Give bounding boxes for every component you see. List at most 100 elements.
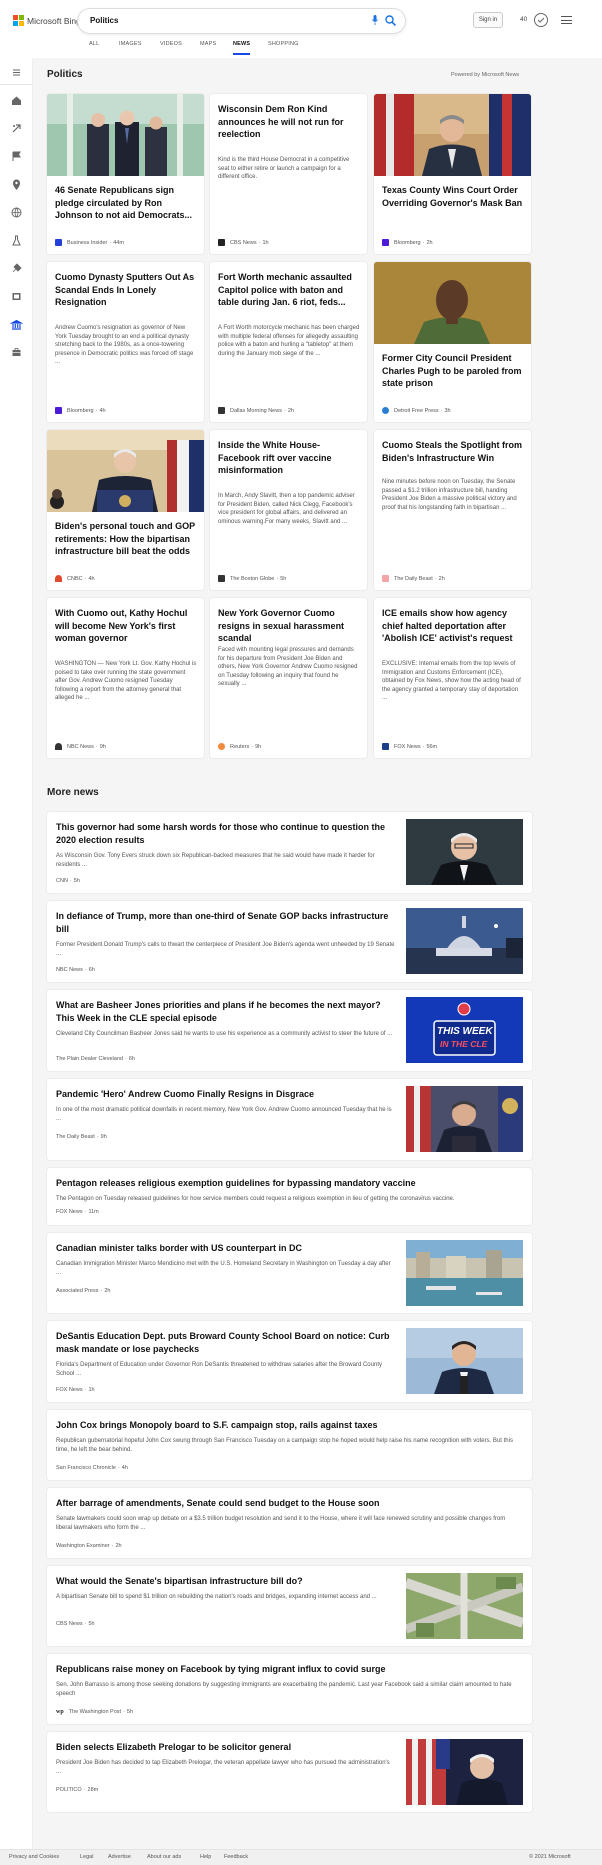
- news-card[interactable]: With Cuomo out, Kathy Hochul will become…: [47, 598, 204, 758]
- item-title[interactable]: Republicans raise money on Facebook by t…: [56, 1663, 516, 1676]
- tab-shopping[interactable]: SHOPPING: [268, 41, 299, 47]
- item-source[interactable]: The Plain Dealer Cleveland · 6h: [56, 1056, 135, 1062]
- card-source[interactable]: Detroit Free Press · 3h: [382, 407, 451, 414]
- card-title[interactable]: 46 Senate Republicans sign pledge circul…: [55, 184, 198, 222]
- card-title[interactable]: Texas County Wins Court Order Overriding…: [382, 184, 525, 209]
- more-news-item[interactable]: This governor had some harsh words for t…: [47, 812, 532, 893]
- card-title[interactable]: With Cuomo out, Kathy Hochul will become…: [55, 607, 198, 645]
- footer-link-privacy[interactable]: Privacy and Cookies: [9, 1854, 59, 1860]
- card-title[interactable]: Biden's personal touch and GOP retiremen…: [55, 520, 198, 558]
- sports-icon[interactable]: [10, 150, 23, 163]
- item-title[interactable]: DeSantis Education Dept. puts Broward Co…: [56, 1330, 396, 1356]
- search-box[interactable]: Politics: [78, 9, 405, 33]
- card-title[interactable]: Former City Council President Charles Pu…: [382, 352, 525, 390]
- news-card[interactable]: Inside the White House-Facebook rift ove…: [210, 430, 367, 590]
- news-card[interactable]: ICE emails show how agency chief halted …: [374, 598, 531, 758]
- footer-link-advertise[interactable]: Advertise: [108, 1854, 131, 1860]
- card-title[interactable]: ICE emails show how agency chief halted …: [382, 607, 525, 645]
- item-source[interactable]: wp The Washington Post · 5h: [56, 1709, 133, 1715]
- more-news-item[interactable]: Canadian minister talks border with US c…: [47, 1233, 532, 1313]
- item-title[interactable]: What would the Senate's bipartisan infra…: [56, 1575, 396, 1588]
- news-card[interactable]: Fort Worth mechanic assaulted Capitol po…: [210, 262, 367, 422]
- item-source[interactable]: Associated Press · 2h: [56, 1288, 110, 1294]
- news-card[interactable]: Cuomo Dynasty Sputters Out As Scandal En…: [47, 262, 204, 422]
- more-news-item[interactable]: DeSantis Education Dept. puts Broward Co…: [47, 1321, 532, 1402]
- microphone-icon[interactable]: [372, 15, 378, 25]
- world-icon[interactable]: [10, 206, 23, 219]
- item-title[interactable]: Biden selects Elizabeth Prelogar to be s…: [56, 1741, 396, 1754]
- card-source[interactable]: FOX News · 56m: [382, 743, 437, 750]
- footer-link-about-ads[interactable]: About our ads: [147, 1854, 181, 1860]
- search-icon[interactable]: [385, 15, 396, 26]
- home-icon[interactable]: [10, 94, 23, 107]
- card-title[interactable]: Cuomo Dynasty Sputters Out As Scandal En…: [55, 271, 198, 309]
- card-source[interactable]: The Daily Beast · 2h: [382, 575, 445, 582]
- item-source[interactable]: San Francisco Chronicle · 4h: [56, 1465, 128, 1471]
- card-title[interactable]: Cuomo Steals the Spotlight from Biden's …: [382, 439, 525, 464]
- menu-icon[interactable]: [10, 66, 23, 79]
- card-source[interactable]: Reuters · 9h: [218, 743, 261, 750]
- tab-videos[interactable]: VIDEOS: [160, 41, 182, 47]
- card-source[interactable]: Bloomberg · 4h: [55, 407, 106, 414]
- business-icon[interactable]: [10, 346, 23, 359]
- card-source[interactable]: NBC News · 9h: [55, 743, 106, 750]
- card-title[interactable]: Wisconsin Dem Ron Kind announces he will…: [218, 103, 361, 141]
- footer-link-help[interactable]: Help: [200, 1854, 211, 1860]
- technology-icon[interactable]: [10, 262, 23, 275]
- science-icon[interactable]: [10, 234, 23, 247]
- entertainment-icon[interactable]: [10, 290, 23, 303]
- card-source[interactable]: Bloomberg · 2h: [382, 239, 433, 246]
- more-news-item[interactable]: Republicans raise money on Facebook by t…: [47, 1654, 532, 1724]
- rewards-icon[interactable]: [533, 12, 549, 28]
- tab-all[interactable]: ALL: [89, 41, 99, 47]
- item-title[interactable]: In defiance of Trump, more than one-thir…: [56, 910, 396, 936]
- more-news-item[interactable]: What would the Senate's bipartisan infra…: [47, 1566, 532, 1646]
- card-source[interactable]: Dallas Morning News · 2h: [218, 407, 294, 414]
- item-source[interactable]: FOX News · 1h: [56, 1387, 95, 1393]
- more-news-item[interactable]: Biden selects Elizabeth Prelogar to be s…: [47, 1732, 532, 1812]
- item-source[interactable]: CBS News · 5h: [56, 1621, 95, 1627]
- item-title[interactable]: Pandemic 'Hero' Andrew Cuomo Finally Res…: [56, 1088, 396, 1101]
- more-news-item[interactable]: Pentagon releases religious exemption gu…: [47, 1168, 532, 1225]
- news-card[interactable]: Cuomo Steals the Spotlight from Biden's …: [374, 430, 531, 590]
- powered-by-label[interactable]: Powered by Microsoft News: [451, 72, 519, 78]
- item-source[interactable]: FOX News · 11m: [56, 1209, 99, 1215]
- item-source[interactable]: Washington Examiner · 2h: [56, 1543, 122, 1549]
- news-card[interactable]: Wisconsin Dem Ron Kind announces he will…: [210, 94, 367, 254]
- news-card[interactable]: Texas County Wins Court Order Overriding…: [374, 94, 531, 254]
- tab-images[interactable]: IMAGES: [119, 41, 142, 47]
- local-icon[interactable]: [10, 178, 23, 191]
- news-card[interactable]: Biden's personal touch and GOP retiremen…: [47, 430, 204, 590]
- item-source[interactable]: CNN · 5h: [56, 878, 80, 884]
- more-news-item[interactable]: What are Basheer Jones priorities and pl…: [47, 990, 532, 1071]
- news-card[interactable]: 46 Senate Republicans sign pledge circul…: [47, 94, 204, 254]
- more-news-item[interactable]: John Cox brings Monopoly board to S.F. c…: [47, 1410, 532, 1480]
- rewards-points[interactable]: 40: [520, 16, 527, 23]
- discover-icon[interactable]: [10, 122, 23, 135]
- item-title[interactable]: After barrage of amendments, Senate coul…: [56, 1497, 516, 1510]
- footer-link-legal[interactable]: Legal: [80, 1854, 93, 1860]
- card-source[interactable]: The Boston Globe · 5h: [218, 575, 286, 582]
- footer-link-feedback[interactable]: Feedback: [224, 1854, 248, 1860]
- news-card[interactable]: Former City Council President Charles Pu…: [374, 262, 531, 422]
- card-source[interactable]: CNBC · 4h: [55, 575, 95, 582]
- hamburger-menu-icon[interactable]: [561, 16, 572, 24]
- item-title[interactable]: Pentagon releases religious exemption gu…: [56, 1177, 516, 1190]
- item-title[interactable]: This governor had some harsh words for t…: [56, 821, 396, 847]
- card-title[interactable]: Fort Worth mechanic assaulted Capitol po…: [218, 271, 361, 309]
- item-title[interactable]: John Cox brings Monopoly board to S.F. c…: [56, 1419, 516, 1432]
- more-news-item[interactable]: After barrage of amendments, Senate coul…: [47, 1488, 532, 1558]
- card-source[interactable]: Business Insider · 44m: [55, 239, 124, 246]
- item-source[interactable]: NBC News · 6h: [56, 967, 95, 973]
- tab-news[interactable]: NEWS: [233, 41, 251, 55]
- card-title[interactable]: Inside the White House-Facebook rift ove…: [218, 439, 361, 477]
- sign-in-button[interactable]: Sign in: [473, 12, 503, 28]
- tab-maps[interactable]: MAPS: [200, 41, 216, 47]
- item-source[interactable]: The Daily Beast · 9h: [56, 1134, 107, 1140]
- item-source[interactable]: POLITICO · 28m: [56, 1787, 98, 1793]
- card-title[interactable]: New York Governor Cuomo resigns in sexua…: [218, 607, 361, 645]
- search-query[interactable]: Politics: [90, 16, 118, 25]
- item-title[interactable]: Canadian minister talks border with US c…: [56, 1242, 396, 1255]
- politics-icon[interactable]: [10, 318, 23, 331]
- item-title[interactable]: What are Basheer Jones priorities and pl…: [56, 999, 396, 1025]
